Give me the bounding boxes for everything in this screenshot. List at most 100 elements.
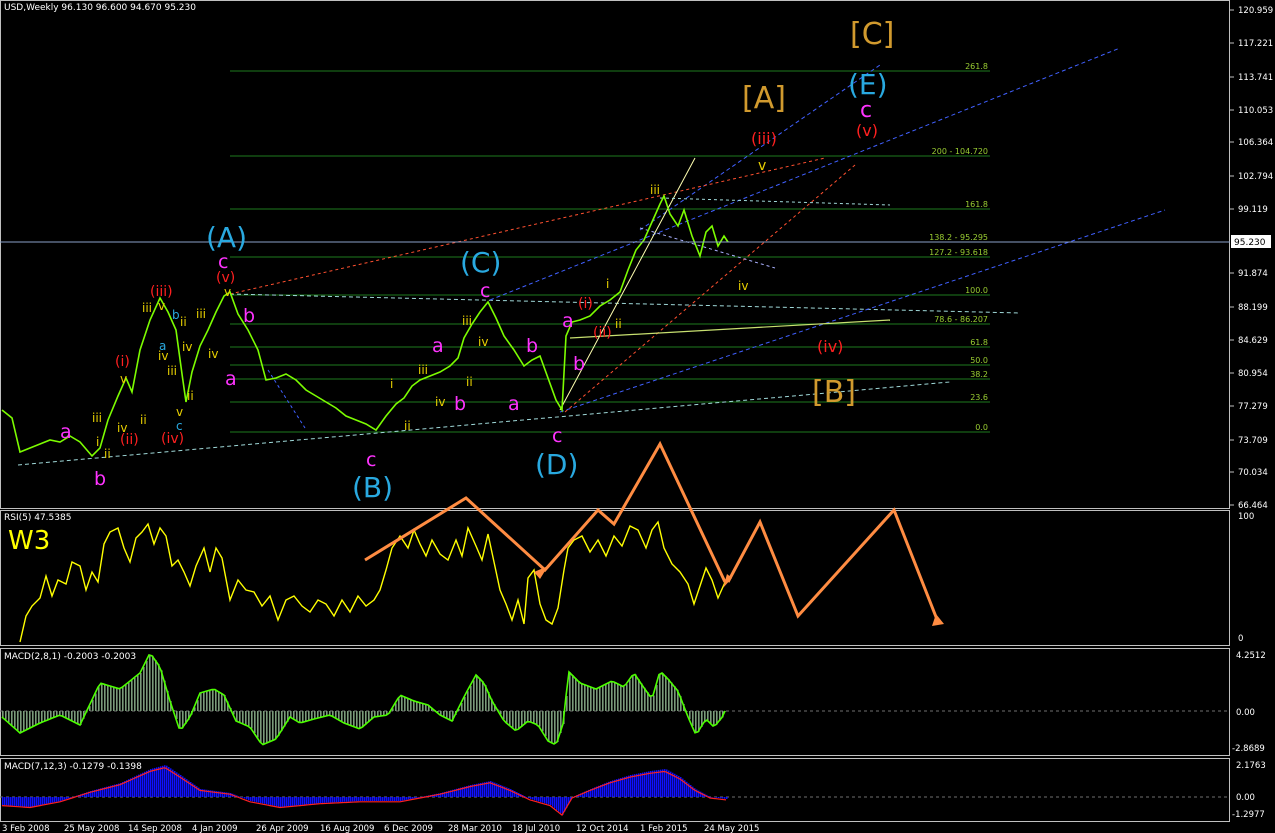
macd1-bar — [71, 711, 73, 721]
macd2-bar — [622, 777, 624, 797]
macd1-bar — [146, 661, 148, 711]
price-axis-label: 70.034 — [1238, 468, 1268, 478]
macd2-bar — [616, 779, 618, 797]
macd1-bar — [521, 711, 523, 727]
fib-level-label: 78.6 - 86.207 — [934, 315, 988, 324]
macd2-bar — [530, 797, 532, 799]
macd2-bar — [396, 797, 398, 801]
macd2-bar — [172, 769, 174, 797]
macd2-bar — [306, 797, 308, 805]
macd1-bar — [554, 711, 556, 744]
macd2-bar — [670, 771, 672, 797]
macd1-bar — [413, 700, 415, 711]
macd2-bar — [646, 771, 648, 797]
macd1-bar — [653, 695, 655, 711]
time-axis-label: 1 Feb 2015 — [640, 824, 688, 833]
macd2-bar — [630, 775, 632, 797]
wave-v-paren-label: (v) — [856, 121, 878, 140]
macd2-bar — [356, 797, 358, 802]
macd2-bar — [30, 797, 32, 807]
macd1-bar — [356, 711, 358, 728]
wave-iii-label: iii — [462, 314, 472, 328]
macd2-bar — [404, 797, 406, 801]
macd2-bar — [302, 797, 304, 805]
macd1-bar — [338, 711, 340, 720]
macd2-bar — [526, 797, 528, 798]
macd2-bar — [362, 797, 364, 801]
macd1-bar — [278, 711, 280, 736]
macd1-bar — [65, 711, 67, 718]
macd2-bar — [148, 769, 150, 797]
macd2-bar — [270, 797, 272, 805]
wave-b-label: b — [454, 393, 466, 415]
wave-c-label: c — [176, 419, 183, 433]
macd1-bar — [515, 711, 517, 731]
macd2-bar — [52, 797, 54, 803]
macd1-bar — [77, 711, 79, 724]
macd2-bar — [656, 770, 658, 797]
macd1-histogram — [2, 655, 727, 745]
macd2-bar — [2, 797, 4, 805]
macd2-bar — [38, 797, 40, 806]
macd1-bar — [236, 711, 238, 721]
macd2-bar — [374, 797, 376, 801]
macd1-bar — [23, 711, 25, 732]
macd2-bar — [344, 797, 346, 802]
fib-level-label: 261.8 — [965, 62, 988, 71]
macd2-bar — [316, 797, 318, 804]
macd2-bar — [672, 772, 674, 797]
arrow-head — [932, 614, 944, 626]
macd1-bar — [608, 683, 610, 711]
wave-B-paren-label: (B) — [352, 471, 393, 504]
macd1-bar — [155, 660, 157, 711]
time-axis-label: 28 Mar 2010 — [448, 824, 502, 833]
macd1-bar — [305, 711, 307, 722]
macd2-bar — [142, 772, 144, 797]
macd2-bar — [330, 797, 332, 803]
wave-iii-label: iii — [142, 301, 152, 315]
macd2-bar — [130, 778, 132, 797]
macd1-bar — [209, 690, 211, 711]
wave-iv-label: iv — [435, 395, 445, 409]
macd2-bar — [412, 797, 414, 799]
chart-canvas: 261.8 200 - 104.720 161.8 138.2 - 95.295 127… — [0, 0, 1273, 833]
macd2-bar — [402, 797, 404, 801]
macd1-bar — [359, 711, 361, 729]
macd2-bar — [538, 797, 540, 802]
wave-iii-label: iii — [92, 411, 102, 425]
wave-v-label: v — [758, 158, 766, 174]
macd2-bar — [274, 797, 276, 806]
macd2-bar — [638, 773, 640, 797]
macd1-bar — [296, 711, 298, 721]
macd1-bar — [473, 680, 475, 711]
macd2-bar — [370, 797, 372, 801]
macd2-bar — [258, 797, 260, 803]
wave-a-label: a — [508, 393, 520, 415]
macd1-bar — [275, 711, 277, 740]
macd1-bar — [125, 685, 127, 711]
macd2-bar — [60, 797, 62, 801]
fib-level-label: 200 - 104.720 — [932, 147, 988, 156]
macd1-bar — [38, 711, 40, 724]
wave-iii-label: iii — [196, 307, 206, 321]
macd2-bar — [12, 797, 14, 806]
macd2-bar — [320, 797, 322, 803]
time-axis-label: 4 Jan 2009 — [192, 824, 238, 833]
macd2-bar — [376, 797, 378, 801]
macd1-bar — [533, 711, 535, 723]
time-axis-label: 18 Jul 2010 — [512, 824, 560, 833]
macd2-bar — [240, 797, 242, 798]
macd1-bar — [659, 674, 661, 711]
price-axis-label: 66.464 — [1238, 501, 1268, 511]
macd1-axis-bottom: -2.8689 — [1232, 744, 1265, 754]
macd2-bar — [624, 776, 626, 797]
macd1-bar — [272, 711, 274, 741]
macd1-bar — [548, 711, 550, 741]
wave-ii-paren-label: (ii) — [593, 325, 612, 341]
macd1-bar — [578, 681, 580, 711]
wave-labels: (A) (B) (C) (D) (E) [A] [B] [C] c b a a … — [60, 17, 894, 504]
macd1-bar — [626, 684, 628, 711]
macd1-bar — [344, 711, 346, 723]
macd1-bar — [308, 711, 310, 721]
macd2-bar — [124, 781, 126, 797]
